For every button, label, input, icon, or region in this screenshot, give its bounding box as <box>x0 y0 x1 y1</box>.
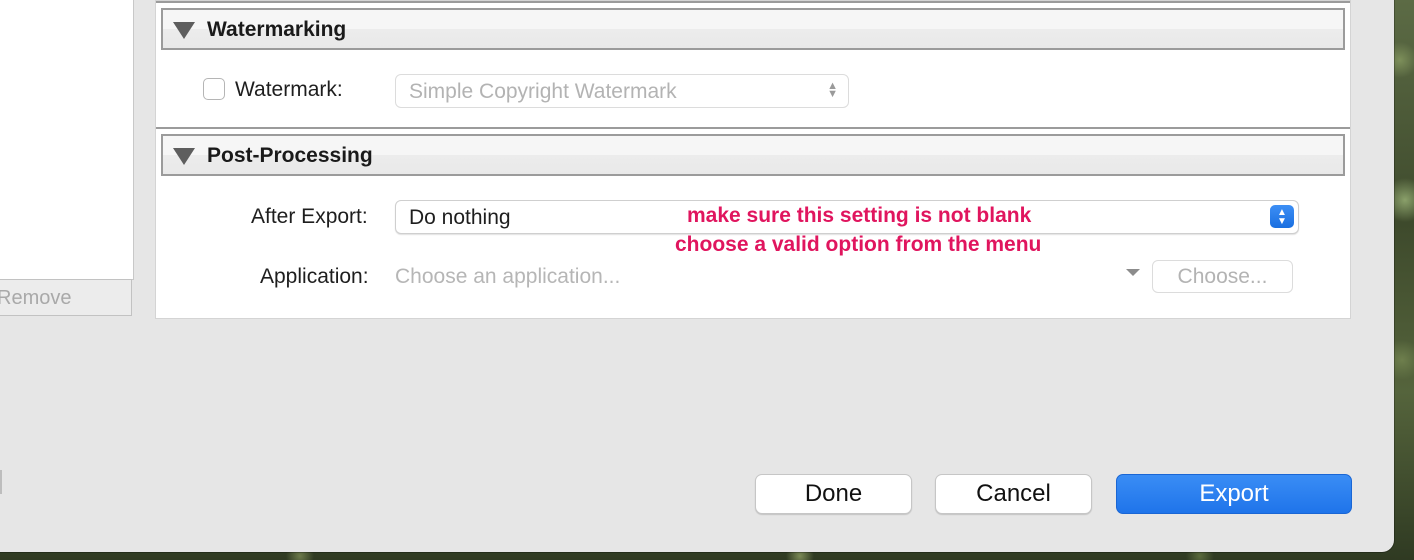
post-processing-title: Post-Processing <box>207 144 373 167</box>
after-export-label: After Export: <box>251 205 368 228</box>
section-divider <box>156 127 1350 129</box>
disclosure-triangle-icon[interactable] <box>173 148 195 165</box>
caret-down-icon[interactable] <box>1126 269 1140 276</box>
watermark-preset-value: Simple Copyright Watermark <box>409 80 677 103</box>
watermark-label: Watermark: <box>235 78 343 101</box>
annotation-line-1: make sure this setting is not blank <box>687 204 1032 227</box>
post-processing-section-header[interactable]: Post-Processing <box>161 134 1345 176</box>
watermark-preset-select[interactable]: Simple Copyright Watermark ▲ ▼ <box>395 74 849 108</box>
choose-application-button[interactable]: Choose... <box>1152 260 1293 293</box>
left-edge-control <box>0 470 2 494</box>
after-export-value: Do nothing <box>409 206 511 229</box>
export-button[interactable]: Export <box>1116 474 1352 514</box>
cancel-button[interactable]: Cancel <box>935 474 1092 514</box>
settings-panel: Watermarking Watermark: Simple Copyright… <box>155 0 1351 319</box>
watermark-checkbox[interactable] <box>203 78 225 100</box>
disclosure-triangle-icon[interactable] <box>173 22 195 39</box>
remove-preset-button[interactable]: Remove <box>0 279 132 316</box>
export-dialog: Remove Watermarking Watermark: Simple Co… <box>0 0 1394 552</box>
preset-list-pane <box>0 0 134 280</box>
application-field[interactable]: Choose an application... <box>395 265 620 289</box>
section-divider <box>156 1 1350 3</box>
application-label: Application: <box>260 265 369 288</box>
done-button[interactable]: Done <box>755 474 912 514</box>
updown-chevron-icon: ▲ ▼ <box>827 80 838 100</box>
watermarking-section-header[interactable]: Watermarking <box>161 8 1345 50</box>
annotation-line-2: choose a valid option from the menu <box>675 233 1042 256</box>
watermarking-title: Watermarking <box>207 18 347 41</box>
updown-chevron-icon[interactable]: ▲ ▼ <box>1270 205 1294 228</box>
